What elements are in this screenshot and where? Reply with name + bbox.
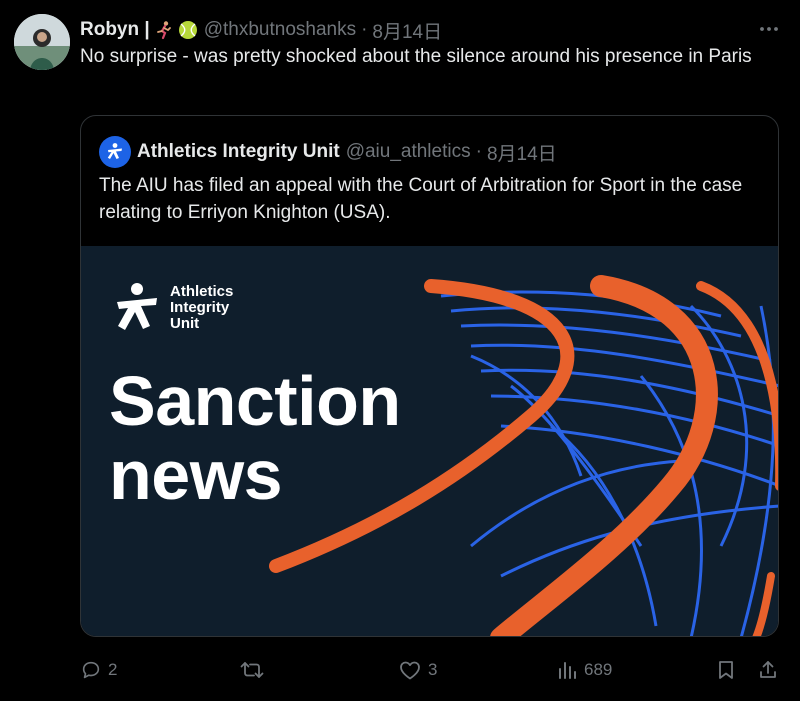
avatar[interactable] — [14, 14, 70, 70]
quote-display-name[interactable]: Athletics Integrity Unit — [137, 141, 340, 163]
separator-dot: · — [475, 141, 482, 162]
bookmark-button[interactable] — [716, 654, 736, 686]
more-horizontal-icon — [760, 27, 778, 31]
logo-line: Athletics — [170, 283, 234, 300]
logo-line: Integrity — [170, 299, 230, 316]
like-icon — [400, 661, 420, 680]
quote-handle[interactable]: @aiu_athletics — [346, 141, 471, 163]
share-icon — [760, 661, 776, 678]
display-name[interactable]: Robyn | — [80, 19, 150, 41]
reply-count: 2 — [108, 660, 118, 679]
share-button[interactable] — [758, 654, 778, 686]
quote-avatar[interactable] — [99, 136, 131, 168]
reply-icon — [82, 661, 100, 679]
like-count: 3 — [428, 660, 438, 679]
more-button[interactable] — [756, 16, 782, 42]
quote-date[interactable]: 8月14日 — [487, 139, 557, 166]
quoted-tweet[interactable]: Athletics Integrity Unit @aiu_athletics … — [80, 115, 779, 637]
runner-emoji — [154, 20, 174, 40]
tennis-ball-emoji — [178, 20, 198, 40]
media-headline: Sanction news — [109, 364, 401, 512]
quote-header: Athletics Integrity Unit @aiu_athletics … — [99, 136, 557, 168]
tweet-header: Robyn | @thxbutnoshanks · 8月14日 — [80, 17, 442, 44]
headline-line: news — [109, 436, 283, 514]
views-count: 689 — [584, 660, 613, 679]
views-icon — [559, 662, 576, 679]
bookmark-icon — [719, 661, 733, 679]
avatar-image — [14, 14, 70, 70]
views-button[interactable]: 689 — [556, 654, 612, 686]
repost-icon — [240, 662, 264, 678]
like-button[interactable]: 3 — [398, 654, 437, 686]
logo-line: Unit — [170, 315, 200, 332]
logo-text: Athletics Integrity Unit — [170, 284, 233, 332]
quote-text: The AIU has filed an appeal with the Cou… — [99, 175, 743, 223]
tweet-text: No surprise - was pretty shocked about t… — [80, 46, 752, 67]
separator-dot: · — [361, 19, 368, 40]
tweet-date[interactable]: 8月14日 — [372, 17, 442, 44]
tweet: Robyn | @thxbutnoshanks · 8月14日 No surpr… — [0, 0, 800, 701]
action-bar: 2 3 689 — [80, 654, 780, 686]
repost-button[interactable] — [240, 654, 270, 686]
aiu-logo-icon — [107, 143, 122, 159]
quote-media-image[interactable]: Athletics Integrity Unit Sanction news — [81, 246, 778, 636]
handle[interactable]: @thxbutnoshanks — [204, 19, 356, 41]
headline-line: Sanction — [109, 362, 401, 440]
reply-button[interactable]: 2 — [80, 654, 117, 686]
